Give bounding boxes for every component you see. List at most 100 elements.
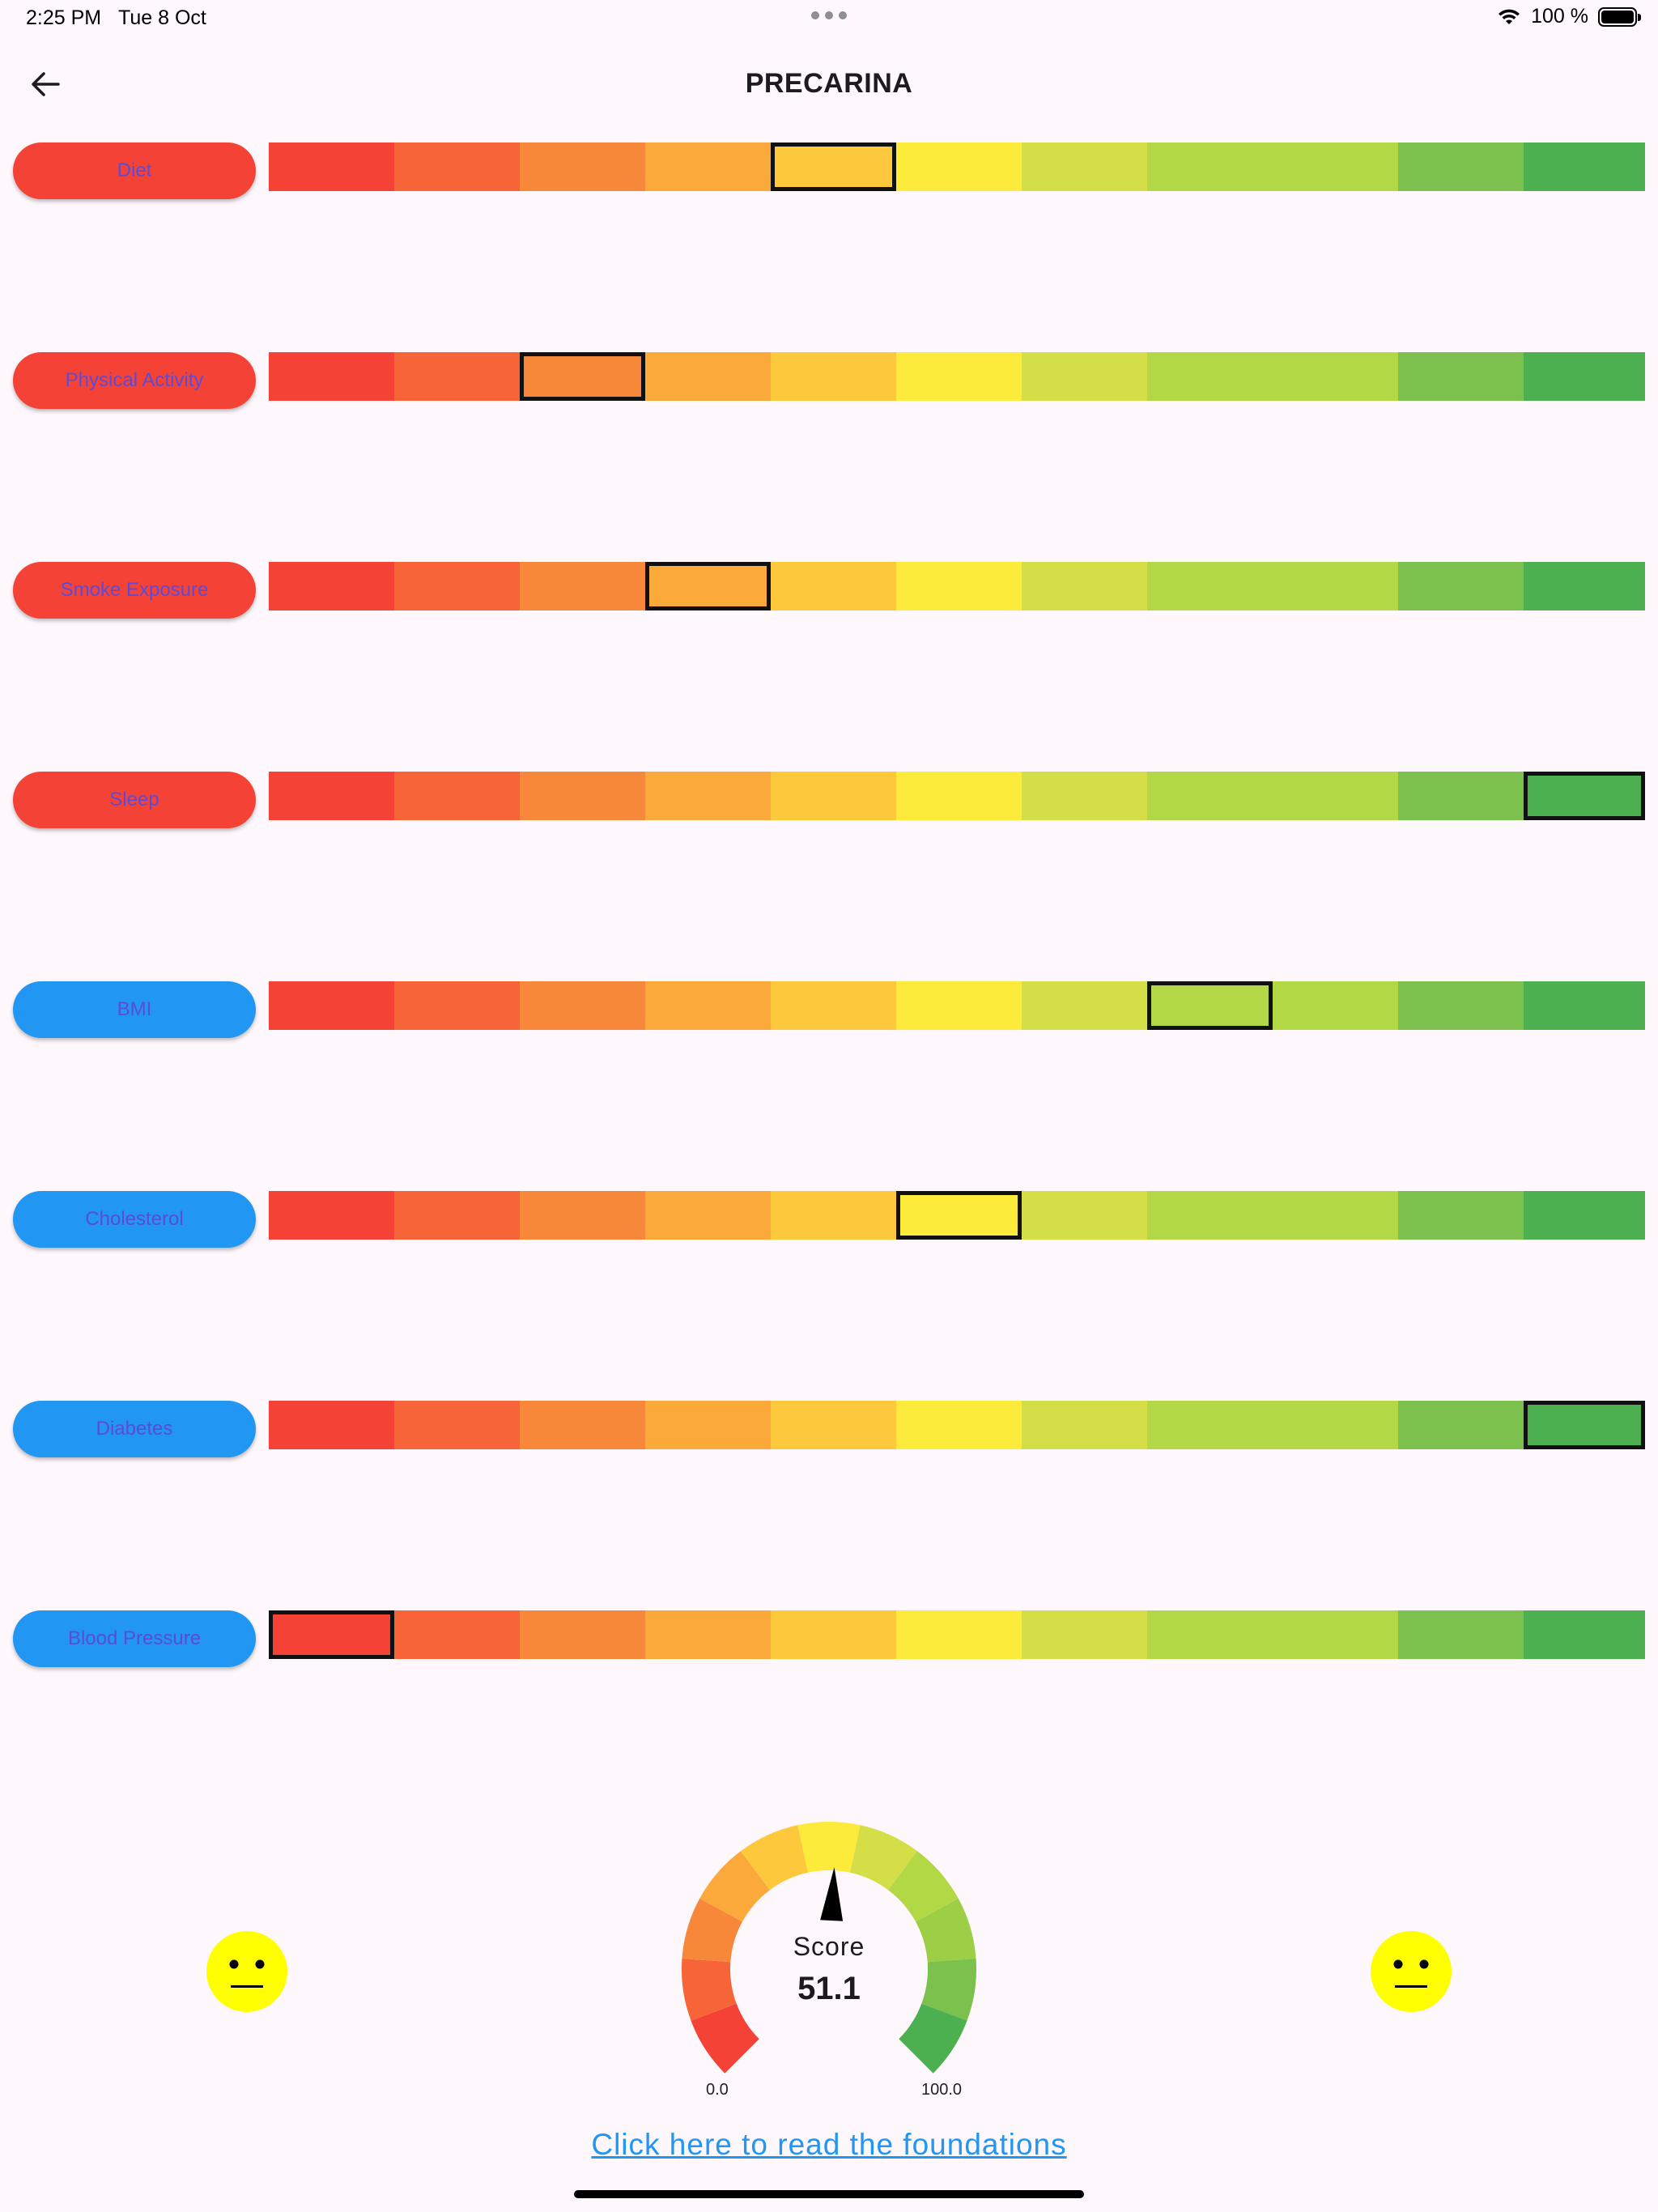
rating-segment[interactable]	[1022, 981, 1147, 1030]
rating-segment[interactable]	[896, 352, 1022, 401]
multitasking-dots-icon[interactable]	[811, 11, 847, 19]
rating-segment[interactable]	[1398, 981, 1524, 1030]
rating-segment[interactable]	[1273, 1191, 1398, 1240]
rating-segment[interactable]	[269, 1401, 394, 1449]
rating-segment[interactable]	[394, 562, 520, 610]
rating-segment[interactable]	[1022, 143, 1147, 191]
rating-segment[interactable]	[771, 981, 896, 1030]
rating-segment[interactable]	[896, 981, 1022, 1030]
rating-segment[interactable]	[1147, 562, 1273, 610]
rating-segment[interactable]	[1147, 772, 1273, 820]
rating-segment[interactable]	[1273, 981, 1398, 1030]
rating-segment[interactable]	[520, 772, 645, 820]
rating-segment[interactable]	[1524, 352, 1645, 401]
selected-rating-segment[interactable]	[896, 1191, 1022, 1240]
selected-rating-segment[interactable]	[269, 1610, 394, 1659]
category-button[interactable]: BMI	[13, 981, 256, 1038]
rating-segment[interactable]	[1147, 1610, 1273, 1659]
rating-segment[interactable]	[1147, 143, 1273, 191]
rating-segment[interactable]	[1398, 1191, 1524, 1240]
category-button[interactable]: Physical Activity	[13, 352, 256, 409]
foundations-link[interactable]: Click here to read the foundations	[0, 2128, 1658, 2162]
rating-segment[interactable]	[896, 562, 1022, 610]
rating-segment[interactable]	[645, 981, 771, 1030]
rating-segment[interactable]	[1273, 772, 1398, 820]
rating-segment[interactable]	[520, 1401, 645, 1449]
rating-segment[interactable]	[269, 352, 394, 401]
rating-segment[interactable]	[394, 143, 520, 191]
rating-segment[interactable]	[520, 1610, 645, 1659]
rating-segment[interactable]	[1022, 562, 1147, 610]
rating-segment[interactable]	[645, 1401, 771, 1449]
rating-segment[interactable]	[1398, 352, 1524, 401]
rating-segment[interactable]	[645, 1191, 771, 1240]
rating-segment[interactable]	[1273, 352, 1398, 401]
rating-segment[interactable]	[269, 1191, 394, 1240]
rating-segment[interactable]	[394, 1401, 520, 1449]
rating-segment[interactable]	[1022, 1610, 1147, 1659]
rating-segment[interactable]	[269, 143, 394, 191]
rating-segment[interactable]	[645, 772, 771, 820]
rating-segment[interactable]	[394, 772, 520, 820]
rating-segment[interactable]	[771, 1191, 896, 1240]
rating-segment[interactable]	[896, 772, 1022, 820]
selected-rating-segment[interactable]	[1524, 1401, 1645, 1449]
category-button[interactable]: Blood Pressure	[13, 1610, 256, 1667]
rating-segment[interactable]	[896, 143, 1022, 191]
selected-rating-segment[interactable]	[520, 352, 645, 401]
home-indicator[interactable]	[574, 2190, 1084, 2198]
selected-rating-segment[interactable]	[771, 143, 896, 191]
rating-segment[interactable]	[1398, 1401, 1524, 1449]
rating-segment[interactable]	[1524, 1191, 1645, 1240]
rating-segment[interactable]	[771, 772, 896, 820]
rating-segment[interactable]	[1147, 1401, 1273, 1449]
rating-segment[interactable]	[1524, 981, 1645, 1030]
rating-segment[interactable]	[1022, 352, 1147, 401]
rating-segment[interactable]	[520, 562, 645, 610]
rating-segment[interactable]	[1524, 1610, 1645, 1659]
rating-segment[interactable]	[520, 981, 645, 1030]
rating-segment[interactable]	[394, 352, 520, 401]
rating-segment[interactable]	[1398, 562, 1524, 610]
category-button[interactable]: Diet	[13, 143, 256, 199]
rating-segment[interactable]	[394, 1610, 520, 1659]
rating-segment[interactable]	[1147, 352, 1273, 401]
rating-segment[interactable]	[394, 1191, 520, 1240]
rating-segment[interactable]	[1273, 143, 1398, 191]
rating-segment[interactable]	[645, 1610, 771, 1659]
category-button[interactable]: Smoke Exposure	[13, 562, 256, 619]
rating-segment[interactable]	[1524, 143, 1645, 191]
rating-segment[interactable]	[1273, 1610, 1398, 1659]
selected-rating-segment[interactable]	[1147, 981, 1273, 1030]
category-button[interactable]: Sleep	[13, 772, 256, 828]
rating-segment[interactable]	[1022, 1191, 1147, 1240]
rating-segment[interactable]	[1022, 772, 1147, 820]
rating-segment[interactable]	[1398, 143, 1524, 191]
rating-segment[interactable]	[1398, 772, 1524, 820]
rating-segment[interactable]	[269, 772, 394, 820]
rating-segment[interactable]	[520, 1191, 645, 1240]
rating-segment[interactable]	[771, 352, 896, 401]
rating-scale-bar	[269, 1191, 1645, 1240]
rating-segment[interactable]	[645, 352, 771, 401]
selected-rating-segment[interactable]	[1524, 772, 1645, 820]
rating-segment[interactable]	[1022, 1401, 1147, 1449]
rating-segment[interactable]	[771, 562, 896, 610]
rating-segment[interactable]	[269, 562, 394, 610]
rating-segment[interactable]	[771, 1610, 896, 1659]
rating-segment[interactable]	[394, 981, 520, 1030]
category-button[interactable]: Diabetes	[13, 1401, 256, 1457]
rating-segment[interactable]	[1273, 562, 1398, 610]
rating-segment[interactable]	[896, 1401, 1022, 1449]
rating-segment[interactable]	[520, 143, 645, 191]
rating-segment[interactable]	[1524, 562, 1645, 610]
rating-segment[interactable]	[771, 1401, 896, 1449]
rating-segment[interactable]	[1273, 1401, 1398, 1449]
rating-segment[interactable]	[896, 1610, 1022, 1659]
rating-segment[interactable]	[1147, 1191, 1273, 1240]
category-button[interactable]: Cholesterol	[13, 1191, 256, 1248]
rating-segment[interactable]	[1398, 1610, 1524, 1659]
rating-segment[interactable]	[645, 143, 771, 191]
selected-rating-segment[interactable]	[645, 562, 771, 610]
rating-segment[interactable]	[269, 981, 394, 1030]
